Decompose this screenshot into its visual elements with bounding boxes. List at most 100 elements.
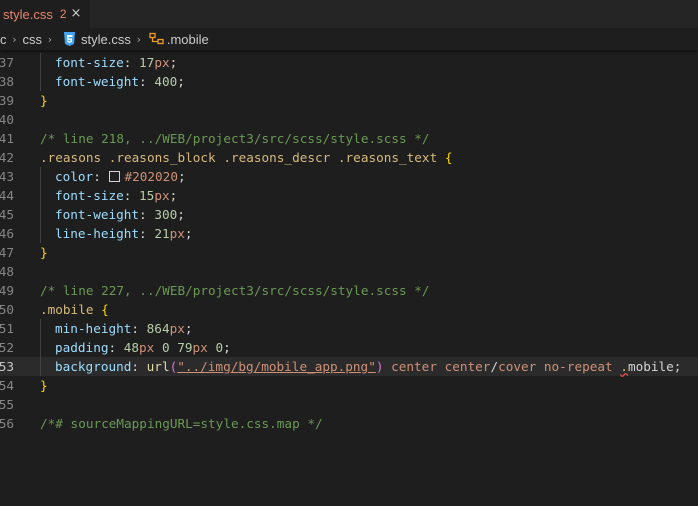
chevron-right-icon: › [136,32,142,46]
line-code: .mobile { [40,300,109,319]
line-code: background: url("../img/bg/mobile_app.pn… [55,357,681,376]
code-line[interactable]: 42 .reasons .reasons_block .reasons_descr… [0,148,698,167]
line-number: 37 [0,55,14,70]
code-token: min-height [55,321,132,336]
code-line[interactable]: 47} [0,243,698,262]
code-line[interactable]: 50 .mobile { [0,300,698,319]
code-token: px [139,340,155,355]
line-number: 49 [0,283,14,298]
chevron-right-icon: › [12,32,17,46]
url-link[interactable]: "../img/bg/mobile_app.png" [177,359,376,374]
code-line[interactable]: 54} [0,376,698,395]
code-token: 864 [146,321,170,336]
line-number: 50 [0,302,14,317]
line-code: } [40,376,48,395]
code-line[interactable]: 38 font-weight: 400; [0,72,698,91]
code-token: : [108,340,124,355]
code-editor[interactable]: 37 font-size: 17px; 38 font-weight: 400; 39}… [0,50,698,506]
line-number: 53 [0,359,14,374]
line-number: 47 [0,245,14,260]
code-line[interactable]: 44 font-size: 15px; [0,186,698,205]
code-token: / [490,359,499,374]
code-line[interactable]: 40 [0,110,698,129]
tab-bar: style.css 2 × [0,0,698,28]
code-token: } [40,93,48,108]
line-code: /*# sourceMappingURL=style.css.map */ [40,414,323,433]
code-line[interactable]: 37 font-size: 17px; [0,53,698,72]
breadcrumb-folder-css[interactable]: css [23,32,43,47]
code-token: ; [177,169,186,184]
indent-guide [40,186,41,205]
code-token: .reasons .reasons_block .reasons_descr .… [40,150,438,165]
code-token: : [123,55,140,70]
error-squiggle[interactable]: . [620,359,628,374]
line-number: 52 [0,340,14,355]
breadcrumb-file[interactable]: style.css [81,32,131,47]
code-line[interactable]: 52 padding: 48px 0 79px 0; [0,338,698,357]
indent-guide [40,53,41,72]
code-line[interactable]: 51 min-height: 864px; [0,319,698,338]
indent-guide [40,205,41,224]
indent-guide [40,224,41,243]
code-token: { [101,302,109,317]
line-code: } [40,91,48,110]
code-line[interactable]: 43 color: #202020; [0,167,698,186]
code-line[interactable]: 46 line-height: 21px; [0,224,698,243]
code-token: background [55,359,132,374]
indent-guide [40,167,41,186]
line-code: font-size: 15px; [55,186,177,205]
code-line[interactable]: 49 /* line 227, ../WEB/project3/src/scss/… [0,281,698,300]
code-line[interactable]: 39} [0,91,698,110]
close-icon[interactable]: × [68,6,84,22]
color-swatch[interactable] [109,171,121,182]
line-code: font-weight: 400; [55,72,185,91]
line-number: 51 [0,321,14,336]
code-token: : [139,74,155,89]
code-token: ; [184,321,193,336]
code-token: 48 [123,340,140,355]
code-line[interactable]: 48 [0,262,698,281]
code-token: ; [184,226,193,241]
line-number: 55 [0,397,14,412]
code-token: .mobile [40,302,94,317]
code-token: } [40,378,48,393]
code-token: : [93,169,109,184]
code-token: 400 [154,74,178,89]
breadcrumb-folder-src[interactable]: c [0,32,7,47]
line-number: 42 [0,150,14,165]
code-token: : [123,188,140,203]
code-token: ; [177,74,185,89]
line-code: /* line 227, ../WEB/project3/src/scss/st… [40,281,430,300]
code-token: font-weight [55,74,140,89]
code-token: : [139,207,155,222]
breadcrumb-symbol[interactable]: .mobile [167,32,209,47]
indent-guide [40,319,41,338]
line-code: .reasons .reasons_block .reasons_descr .… [40,148,452,167]
code-token: 0 [161,340,170,355]
line-code: } [40,243,48,262]
line-number: 40 [0,112,14,127]
line-code: min-height: 864px; [55,319,193,338]
line-number: 45 [0,207,14,222]
code-token: ; [223,340,231,355]
code-token: ; [177,207,185,222]
code-line[interactable]: 45 font-weight: 300; [0,205,698,224]
code-token: px [154,55,170,70]
code-token: 15 [139,188,155,203]
line-number: 38 [0,74,14,89]
code-token: 79 [177,340,193,355]
tab-style-css[interactable]: style.css 2 × [0,0,90,28]
code-token: 300 [154,207,178,222]
code-line[interactable]: 55 [0,395,698,414]
code-line[interactable]: 41 /* line 218, ../WEB/project3/src/scss/… [0,129,698,148]
code-line[interactable]: 53 background: url("../img/bg/mobile_app.… [0,357,698,376]
code-token: /* line 227, ../WEB/project3/src/scss/st… [40,283,430,298]
code-token: cover no-repeat [498,359,613,374]
code-line[interactable]: 56 /*# sourceMappingURL=style.css.map */ [0,414,698,433]
tab-problem-count: 2 [59,7,67,21]
code-token: { [444,150,453,165]
line-number: 44 [0,188,14,203]
